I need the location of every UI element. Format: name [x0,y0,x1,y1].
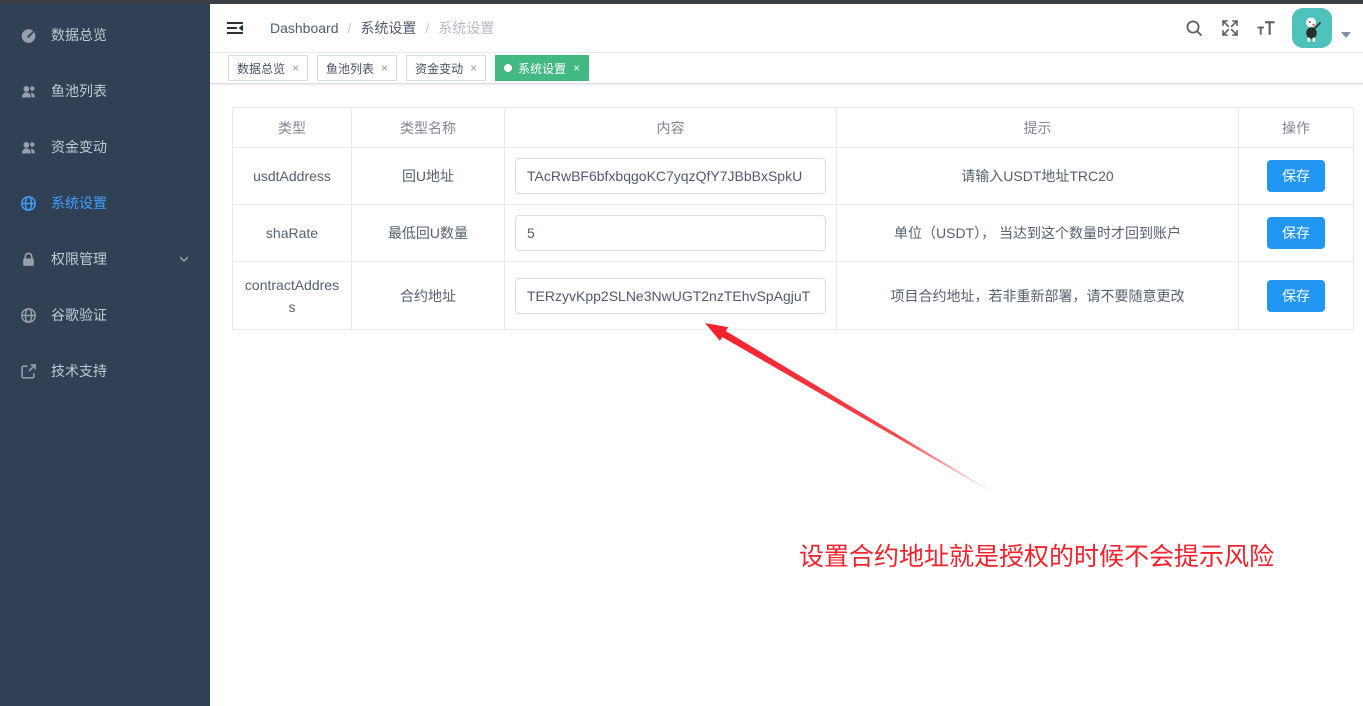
save-button[interactable]: 保存 [1267,280,1325,312]
tag-funds-change[interactable]: 资金变动 × [406,55,486,81]
tags-view: 数据总览 × 鱼池列表 × 资金变动 × 系统设置 × [210,53,1363,84]
table-header-row: 类型 类型名称 内容 提示 操作 [233,108,1354,148]
avatar[interactable] [1292,8,1332,48]
users-icon [20,83,37,100]
breadcrumb-item-settings[interactable]: 系统设置 [360,18,416,38]
tag-pool-list[interactable]: 鱼池列表 × [317,55,397,81]
caret-down-icon[interactable] [1341,32,1351,38]
sidebar-item-label: 系统设置 [51,193,107,213]
close-icon[interactable]: × [573,62,580,74]
page-content: 类型 类型名称 内容 提示 操作 usdtAddress 回U地址 请输入USD… [210,107,1363,330]
tag-label: 资金变动 [415,60,463,77]
table-row: usdtAddress 回U地址 请输入USDT地址TRC20 保存 [233,148,1354,205]
lock-icon [20,251,37,268]
navbar-actions [1168,8,1351,48]
users-icon [20,139,37,156]
sidebar-item-funds-change[interactable]: 资金变动 [0,119,210,175]
table-row: shaRate 最低回U数量 单位（USDT）， 当达到这个数量时才回到账户 保… [233,205,1354,262]
col-header-action: 操作 [1239,108,1354,148]
close-icon[interactable]: × [470,62,477,74]
annotation-arrow [680,310,1015,510]
close-icon[interactable]: × [292,62,299,74]
cell-type-name: 最低回U数量 [352,205,505,262]
sidebar-item-google-verify[interactable]: 谷歌验证 [0,287,210,343]
sidebar-item-system-settings[interactable]: 系统设置 [0,175,210,231]
font-size-icon[interactable] [1256,18,1276,38]
cell-type-name: 回U地址 [352,148,505,205]
breadcrumb-item-current: 系统设置 [438,18,494,38]
settings-table: 类型 类型名称 内容 提示 操作 usdtAddress 回U地址 请输入USD… [232,107,1354,330]
sidebar: 数据总览 鱼池列表 资金变动 系统设置 权限管理 谷歌验证 [0,0,210,706]
table-row: contractAddress 合约地址 项目合约地址，若非重新部署，请不要随意… [233,262,1354,330]
sidebar-item-label: 资金变动 [51,137,107,157]
sidebar-item-label: 数据总览 [51,25,107,45]
col-header-content: 内容 [505,108,837,148]
globe-icon [20,307,37,324]
cell-hint: 单位（USDT）， 当达到这个数量时才回到账户 [837,205,1239,262]
active-dot [504,64,512,72]
tag-label: 系统设置 [518,60,566,77]
sidebar-item-label: 谷歌验证 [51,305,107,325]
cell-type: shaRate [233,205,352,262]
tag-data-overview[interactable]: 数据总览 × [228,55,308,81]
breadcrumb-separator: / [348,20,352,36]
fullscreen-icon[interactable] [1220,18,1240,38]
breadcrumb: Dashboard / 系统设置 / 系统设置 [270,18,494,38]
cell-type-name: 合约地址 [352,262,505,330]
navbar: Dashboard / 系统设置 / 系统设置 [210,4,1363,53]
breadcrumb-separator: / [425,20,429,36]
sidebar-item-label: 鱼池列表 [51,81,107,101]
col-header-type: 类型 [233,108,352,148]
chevron-down-icon [178,253,190,265]
cell-hint: 请输入USDT地址TRC20 [837,148,1239,205]
col-header-hint: 提示 [837,108,1239,148]
sidebar-item-tech-support[interactable]: 技术支持 [0,343,210,399]
usdt-address-input[interactable] [515,158,826,194]
col-header-type-name: 类型名称 [352,108,505,148]
sidebar-item-pool-list[interactable]: 鱼池列表 [0,63,210,119]
close-icon[interactable]: × [381,62,388,74]
sidebar-item-label: 技术支持 [51,361,107,381]
main-area: Dashboard / 系统设置 / 系统设置 [210,4,1363,330]
sidebar-item-data-overview[interactable]: 数据总览 [0,7,210,63]
breadcrumb-item-dashboard[interactable]: Dashboard [270,20,339,36]
tag-system-settings[interactable]: 系统设置 × [495,55,589,81]
contract-address-input[interactable] [515,278,826,314]
hamburger-fold-icon[interactable] [225,18,245,38]
tag-label: 鱼池列表 [326,60,374,77]
sha-rate-input[interactable] [515,215,826,251]
cell-type: contractAddress [233,262,352,330]
cell-type: usdtAddress [233,148,352,205]
globe-icon [20,195,37,212]
tag-label: 数据总览 [237,60,285,77]
sidebar-item-permissions[interactable]: 权限管理 [0,231,210,287]
top-strip [0,0,1363,4]
search-icon[interactable] [1184,18,1204,38]
dashboard-icon [20,27,37,44]
external-link-icon [20,363,37,380]
sidebar-item-label: 权限管理 [51,249,107,269]
save-button[interactable]: 保存 [1267,217,1325,249]
annotation-text: 设置合约地址就是授权的时候不会提示风险 [799,537,1274,573]
save-button[interactable]: 保存 [1267,160,1325,192]
cell-hint: 项目合约地址，若非重新部署，请不要随意更改 [837,262,1239,330]
